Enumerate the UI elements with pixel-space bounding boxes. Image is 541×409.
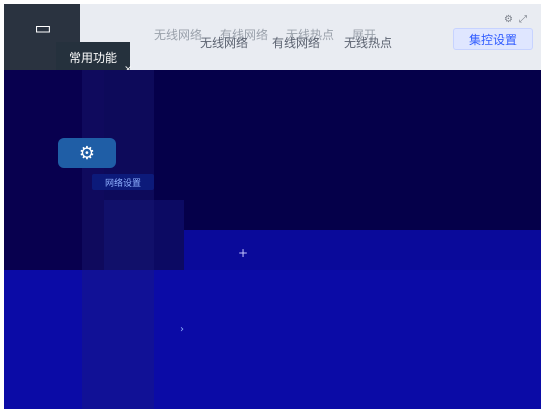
main-panel: ⚙ 网络设置 + › <box>4 70 541 409</box>
tab-wired[interactable]: 有线网络 <box>272 34 320 51</box>
tab-wireless[interactable]: 无线网络 <box>200 34 248 51</box>
quick-functions-popover: 常用功能 <box>56 42 130 72</box>
window-mini-icons: ⚙ ⤢ <box>504 14 527 25</box>
tab-hotspot[interactable]: 无线热点 <box>344 34 392 51</box>
settings-icon[interactable]: ⚙ <box>504 14 513 25</box>
chevron-icon: › <box>180 324 184 335</box>
quick-function-card[interactable]: ⚙ <box>58 138 116 168</box>
expand-icon[interactable]: ⤢ <box>519 14 527 25</box>
ghost-tab-wireless: 无线网络 <box>154 28 203 42</box>
network-settings-chip[interactable]: 网络设置 <box>92 174 154 190</box>
panel-column <box>82 70 154 409</box>
monitor-icon: ▭ <box>34 17 52 39</box>
gear-icon: ⚙ <box>78 142 96 164</box>
plus-mark: + <box>238 246 249 260</box>
app-screen: 无线网络 有线网络 无线热点 展开 无线网络 有线网络 无线热点 ⚙ ⤢ 集控设… <box>4 4 541 409</box>
central-control-settings-button[interactable]: 集控设置 <box>453 28 533 50</box>
popover-title: 常用功能 <box>68 50 117 65</box>
network-tabs: 无线网络 有线网络 无线热点 <box>200 34 392 51</box>
